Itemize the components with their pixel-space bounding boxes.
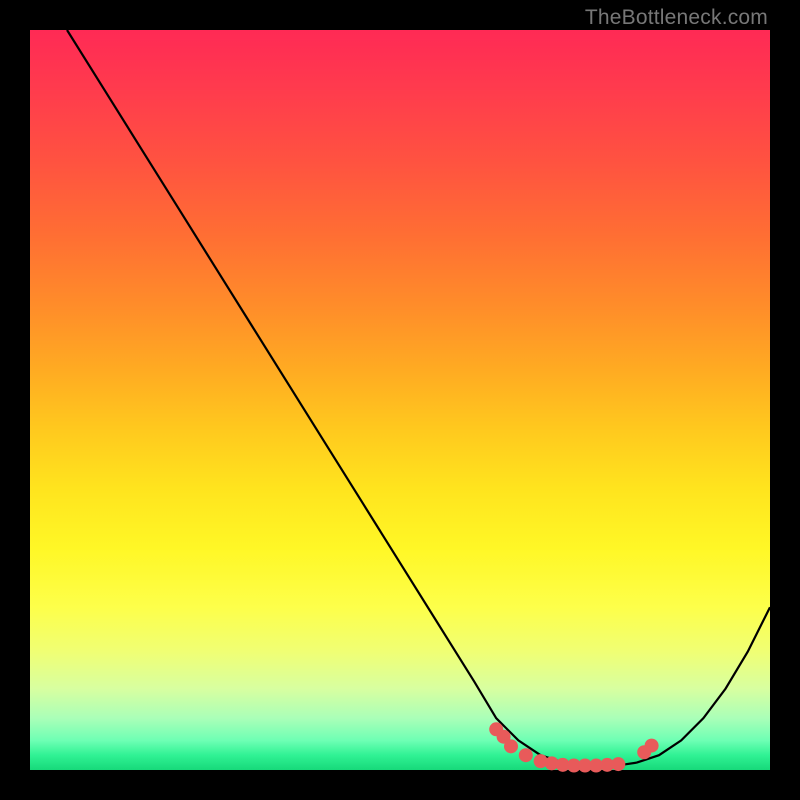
sweet-spot-marker: [645, 739, 659, 753]
sweet-spot-marker: [504, 739, 518, 753]
chart-svg: [30, 30, 770, 770]
bottleneck-curve-line: [67, 30, 770, 766]
sweet-spot-markers: [489, 722, 658, 772]
chart-frame: TheBottleneck.com: [0, 0, 800, 800]
sweet-spot-marker: [519, 748, 533, 762]
watermark-label: TheBottleneck.com: [585, 6, 768, 30]
sweet-spot-marker: [611, 757, 625, 771]
